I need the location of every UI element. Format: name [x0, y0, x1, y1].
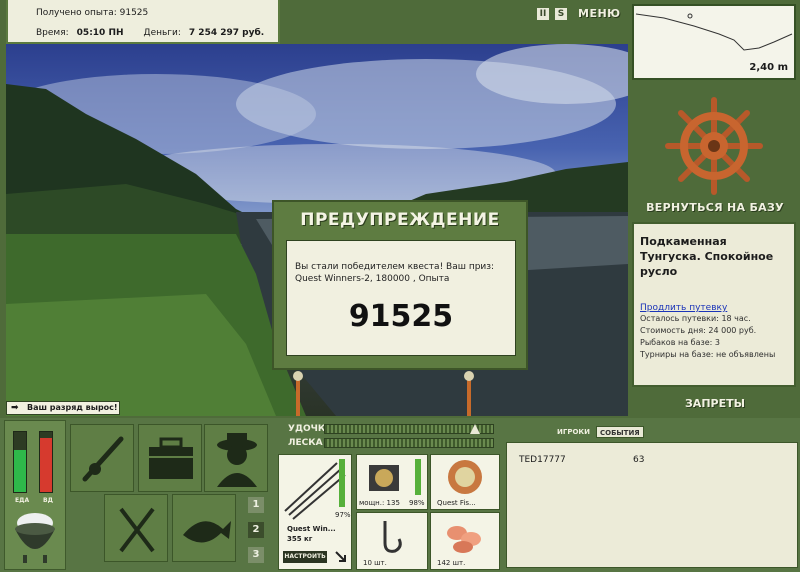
line-name: Quest Fis... [437, 499, 476, 507]
rod-slot[interactable]: 97% Quest Win... 355 кг НАСТРОИТЬ [278, 454, 352, 570]
reel-power: мощн.: 135 [359, 499, 400, 507]
level-1-button[interactable]: 1 [248, 497, 264, 513]
time-value: 05:10 ПН [76, 28, 124, 38]
fish-icon [183, 521, 231, 543]
knife-fork-icon [119, 507, 155, 553]
reel-percent: 98% [409, 499, 425, 507]
arrow-right-icon: ➡ [11, 403, 19, 413]
reel-wear-bar [415, 459, 421, 495]
stats-panel: Получено опыта: 91525 Время: 05:10 ПН День… [6, 0, 280, 44]
warning-dialog: ПРЕДУПРЕЖДЕНИЕ Вы стали победителем квес… [272, 200, 528, 370]
rank-up-notification[interactable]: ➡ Ваш разряд вырос! [6, 401, 120, 415]
bait-slot[interactable]: 142 шт. [430, 512, 500, 570]
fishing-line-slot[interactable]: Quest Fis... [430, 454, 500, 510]
rod-wear-bar [339, 459, 345, 507]
hook-slot[interactable]: 10 шт. [356, 512, 428, 570]
dialog-message: Вы стали победителем квеста! Ваш приз: Q… [295, 262, 495, 284]
experience-label: Получено опыта: [36, 8, 117, 18]
time-money-row: Время: 05:10 ПН Деньги: 7 254 297 руб. [36, 28, 264, 38]
notification-text: Ваш разряд вырос! [27, 403, 118, 412]
location-name: Подкаменная Тунгуска. Спокойное русло [640, 235, 774, 278]
time-label: Время: [36, 28, 69, 38]
extend-permit-link[interactable]: Продлить путевку [640, 303, 788, 313]
depth-value: 2,40 m [749, 62, 788, 73]
dialog-experience-value: 91525 [348, 299, 454, 334]
pause-button[interactable]: II [537, 8, 549, 20]
reel-slot[interactable]: мощн.: 135 98% [356, 454, 428, 510]
level-3-button[interactable]: 3 [248, 547, 264, 563]
line-tension-scale [324, 438, 494, 448]
tackle-panel: УДОЧКА ЛЕСКА 97% Quest Win... 355 кг НАС… [276, 418, 500, 572]
rod-tension-scale [324, 424, 494, 434]
menu-button[interactable]: МЕНЮ [578, 7, 621, 20]
rod-weight: 355 кг [287, 535, 313, 543]
eat-button[interactable] [104, 494, 168, 562]
player-name[interactable]: TED17777 [519, 455, 566, 465]
line-spool-icon [448, 460, 482, 494]
reel-wear-fill [415, 459, 421, 495]
players-panel: ИГРОКИ СОБЫТИЯ TED17777 63 [502, 418, 800, 572]
depth-minimap[interactable]: 2,40 m [632, 4, 796, 80]
tab-players[interactable]: ИГРОКИ [554, 426, 593, 438]
rod-wear-fill [339, 459, 345, 507]
food-bar [13, 431, 27, 493]
needs-panel: ЕДА ВД [4, 420, 66, 570]
reel-icon [369, 465, 399, 491]
info-tournaments: Турниры на базе: не объявлены [640, 350, 776, 359]
location-panel: Подкаменная Тунгуска. Спокойное русло Пр… [632, 222, 796, 387]
character-button[interactable] [204, 424, 268, 492]
return-to-base-button[interactable]: ВЕРНУТЬСЯ НА БАЗУ [634, 198, 796, 218]
hook-count: 10 шт. [363, 559, 387, 567]
rod-percent: 97% [335, 511, 351, 519]
drink-bar-fill [40, 438, 52, 492]
triangle-marker-icon [470, 424, 480, 434]
cooking-pot-icon[interactable] [9, 509, 61, 565]
tackle-box-button[interactable] [138, 424, 202, 492]
info-fishers: Рыбаков на базе: 3 [640, 338, 720, 347]
bans-button[interactable]: ЗАПРЕТЫ [634, 394, 796, 414]
experience-value: 91525 [119, 8, 149, 18]
fishing-rod-icon [82, 436, 124, 482]
setup-button[interactable]: НАСТРОИТЬ [283, 551, 327, 563]
drink-bar [39, 431, 53, 493]
line-label: ЛЕСКА [288, 438, 323, 448]
food-label: ЕДА [15, 497, 30, 504]
money-label: Деньги: [143, 28, 181, 38]
bait-count: 142 шт. [437, 559, 466, 567]
food-bar-fill [14, 450, 26, 492]
money-value: 7 254 297 руб. [188, 28, 265, 38]
info-remaining: Осталось путевки: 18 час. [640, 314, 751, 323]
helm-wheel-icon[interactable] [664, 96, 764, 196]
tackle-box-icon [149, 437, 193, 479]
catch-button[interactable] [172, 494, 236, 562]
player-value: 63 [633, 455, 645, 465]
hook-icon [383, 521, 402, 553]
tab-events[interactable]: СОБЫТИЯ [596, 426, 644, 438]
level-2-button[interactable]: 2 [248, 522, 264, 538]
shrimp-bait-icon [447, 526, 481, 553]
rod-inventory-button[interactable] [70, 424, 134, 492]
fisherman-icon [217, 433, 257, 487]
info-day-cost: Стоимость дня: 24 000 руб. [640, 326, 757, 335]
experience-row: Получено опыта: 91525 [36, 8, 148, 18]
arrow-down-right-icon [335, 551, 346, 562]
players-list: TED17777 63 [506, 442, 798, 568]
dialog-title: ПРЕДУПРЕЖДЕНИЕ [300, 210, 500, 230]
sound-button[interactable]: S [555, 8, 567, 20]
dialog-body: Вы стали победителем квеста! Ваш приз: Q… [286, 240, 516, 356]
rod-name: Quest Win... [287, 525, 336, 533]
drink-label: ВД [43, 497, 53, 504]
